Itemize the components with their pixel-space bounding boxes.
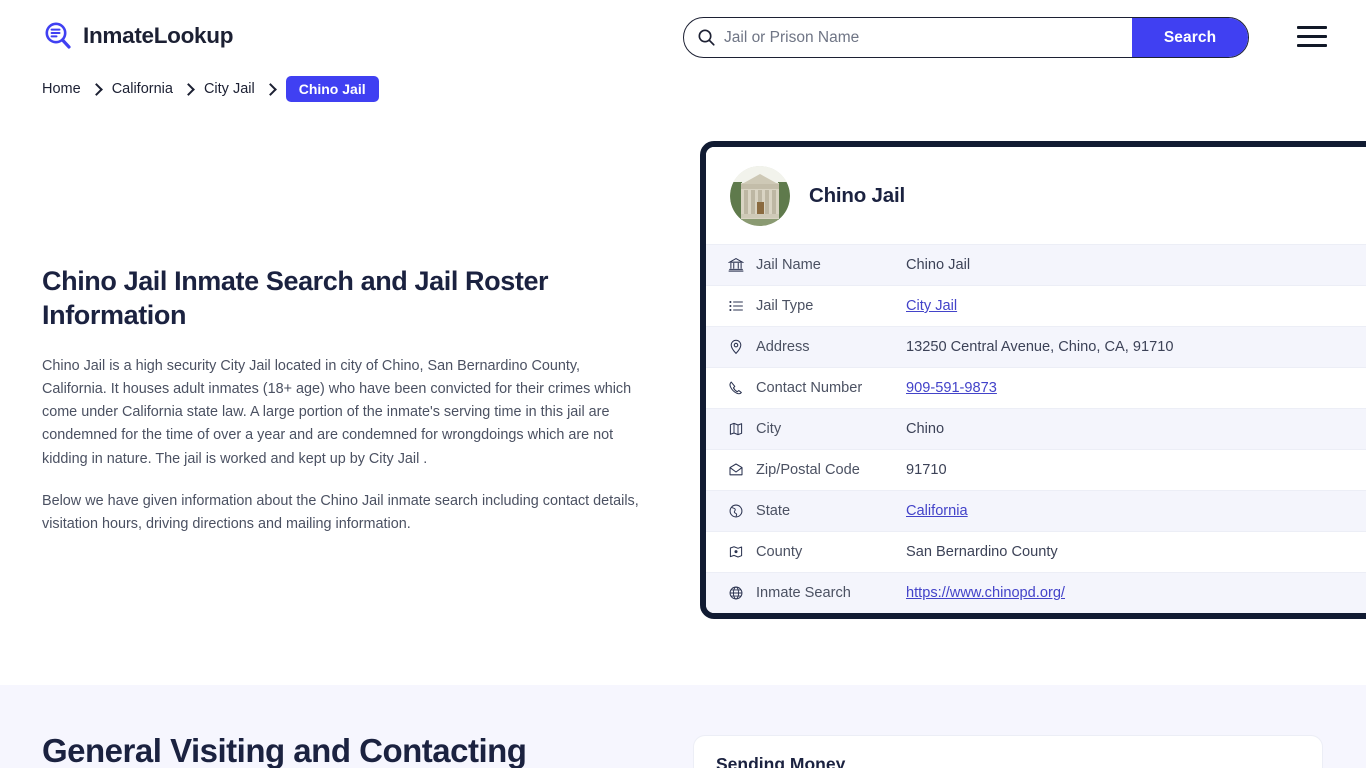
table-row: Contact Number 909-591-9873	[706, 367, 1366, 408]
table-row: Address 13250 Central Avenue, Chino, CA,…	[706, 326, 1366, 367]
article-paragraph-2: Below we have given information about th…	[42, 493, 639, 533]
table-row: Zip/Postal Code 91710	[706, 449, 1366, 490]
article-content: Chino Jail Inmate Search and Jail Roster…	[42, 265, 642, 537]
article-paragraph-1: Chino Jail is a high security City Jail …	[42, 357, 632, 467]
brand-name: InmateLookup	[83, 22, 234, 48]
hamburger-bar	[1297, 26, 1327, 29]
chevron-right-icon	[263, 82, 277, 96]
table-row: City Chino	[706, 408, 1366, 449]
breadcrumb-item-california[interactable]: California	[103, 81, 182, 97]
breadcrumb-item-city-jail[interactable]: City Jail	[195, 81, 264, 97]
row-value: San Bernardino County	[906, 544, 1058, 560]
row-label: State	[756, 503, 791, 519]
row-value: 13250 Central Avenue, Chino, CA, 91710	[906, 339, 1174, 355]
table-row: Inmate Search https://www.chinopd.org/	[706, 572, 1366, 613]
chevron-right-icon	[182, 82, 195, 96]
row-value-link[interactable]: City Jail	[906, 298, 957, 314]
search-icon	[684, 18, 720, 57]
table-row: Jail Type City Jail	[706, 285, 1366, 326]
row-label: Inmate Search	[756, 585, 851, 601]
list-icon	[728, 298, 756, 314]
search-button[interactable]: Search	[1132, 18, 1248, 57]
breadcrumb-item-current: Chino Jail	[285, 76, 379, 102]
table-row: County San Bernardino County	[706, 531, 1366, 572]
row-value-link[interactable]: https://www.chinopd.org/	[906, 585, 1065, 601]
row-value: Chino Jail	[906, 257, 971, 273]
bank-icon	[728, 257, 756, 273]
search-list-logo-icon	[42, 20, 74, 52]
hamburger-bar	[1297, 35, 1327, 38]
table-row: Jail Name Chino Jail	[706, 244, 1366, 285]
site-header: InmateLookup Search	[0, 0, 1366, 72]
row-value: Chino	[906, 421, 945, 437]
globe-web-icon	[728, 585, 756, 601]
jail-info-card: Chino Jail Jail Name Chino Jail Jail Typ…	[700, 141, 1366, 619]
map-icon	[728, 421, 756, 437]
chevron-right-icon	[89, 82, 103, 96]
jail-building-thumbnail	[730, 166, 790, 226]
row-label: Jail Name	[756, 257, 821, 273]
hamburger-menu-icon[interactable]	[1297, 26, 1327, 47]
breadcrumb: Home California City Jail Chino Jail	[42, 76, 379, 102]
table-row: State California	[706, 490, 1366, 531]
map-pin-icon	[728, 339, 756, 355]
search-bar: Search	[683, 17, 1249, 58]
phone-icon	[728, 380, 756, 396]
sending-money-card: Sending Money	[693, 735, 1323, 768]
globe-icon	[728, 503, 756, 519]
jail-info-card-header: Chino Jail	[706, 147, 1366, 244]
row-value: 91710	[906, 462, 947, 478]
envelope-icon	[728, 462, 756, 478]
page-title: Chino Jail Inmate Search and Jail Roster…	[42, 266, 549, 330]
row-label: Jail Type	[756, 298, 814, 314]
brand-logo-link[interactable]: InmateLookup	[42, 20, 233, 52]
section-heading-visiting: General Visiting and Contacting	[42, 732, 527, 768]
row-value-link[interactable]: 909-591-9873	[906, 380, 997, 396]
row-label: Address	[756, 339, 810, 355]
row-label: Contact Number	[756, 380, 863, 396]
breadcrumb-item-home[interactable]: Home	[42, 81, 90, 97]
row-label: County	[756, 544, 803, 560]
sending-money-title: Sending Money	[716, 754, 846, 768]
row-value-link[interactable]: California	[906, 503, 968, 519]
hamburger-bar	[1297, 44, 1327, 47]
row-label: Zip/Postal Code	[756, 462, 860, 478]
jail-info-card-title: Chino Jail	[809, 184, 905, 207]
search-input[interactable]	[720, 18, 1132, 57]
map-marked-icon	[728, 544, 756, 560]
row-label: City	[756, 421, 782, 437]
